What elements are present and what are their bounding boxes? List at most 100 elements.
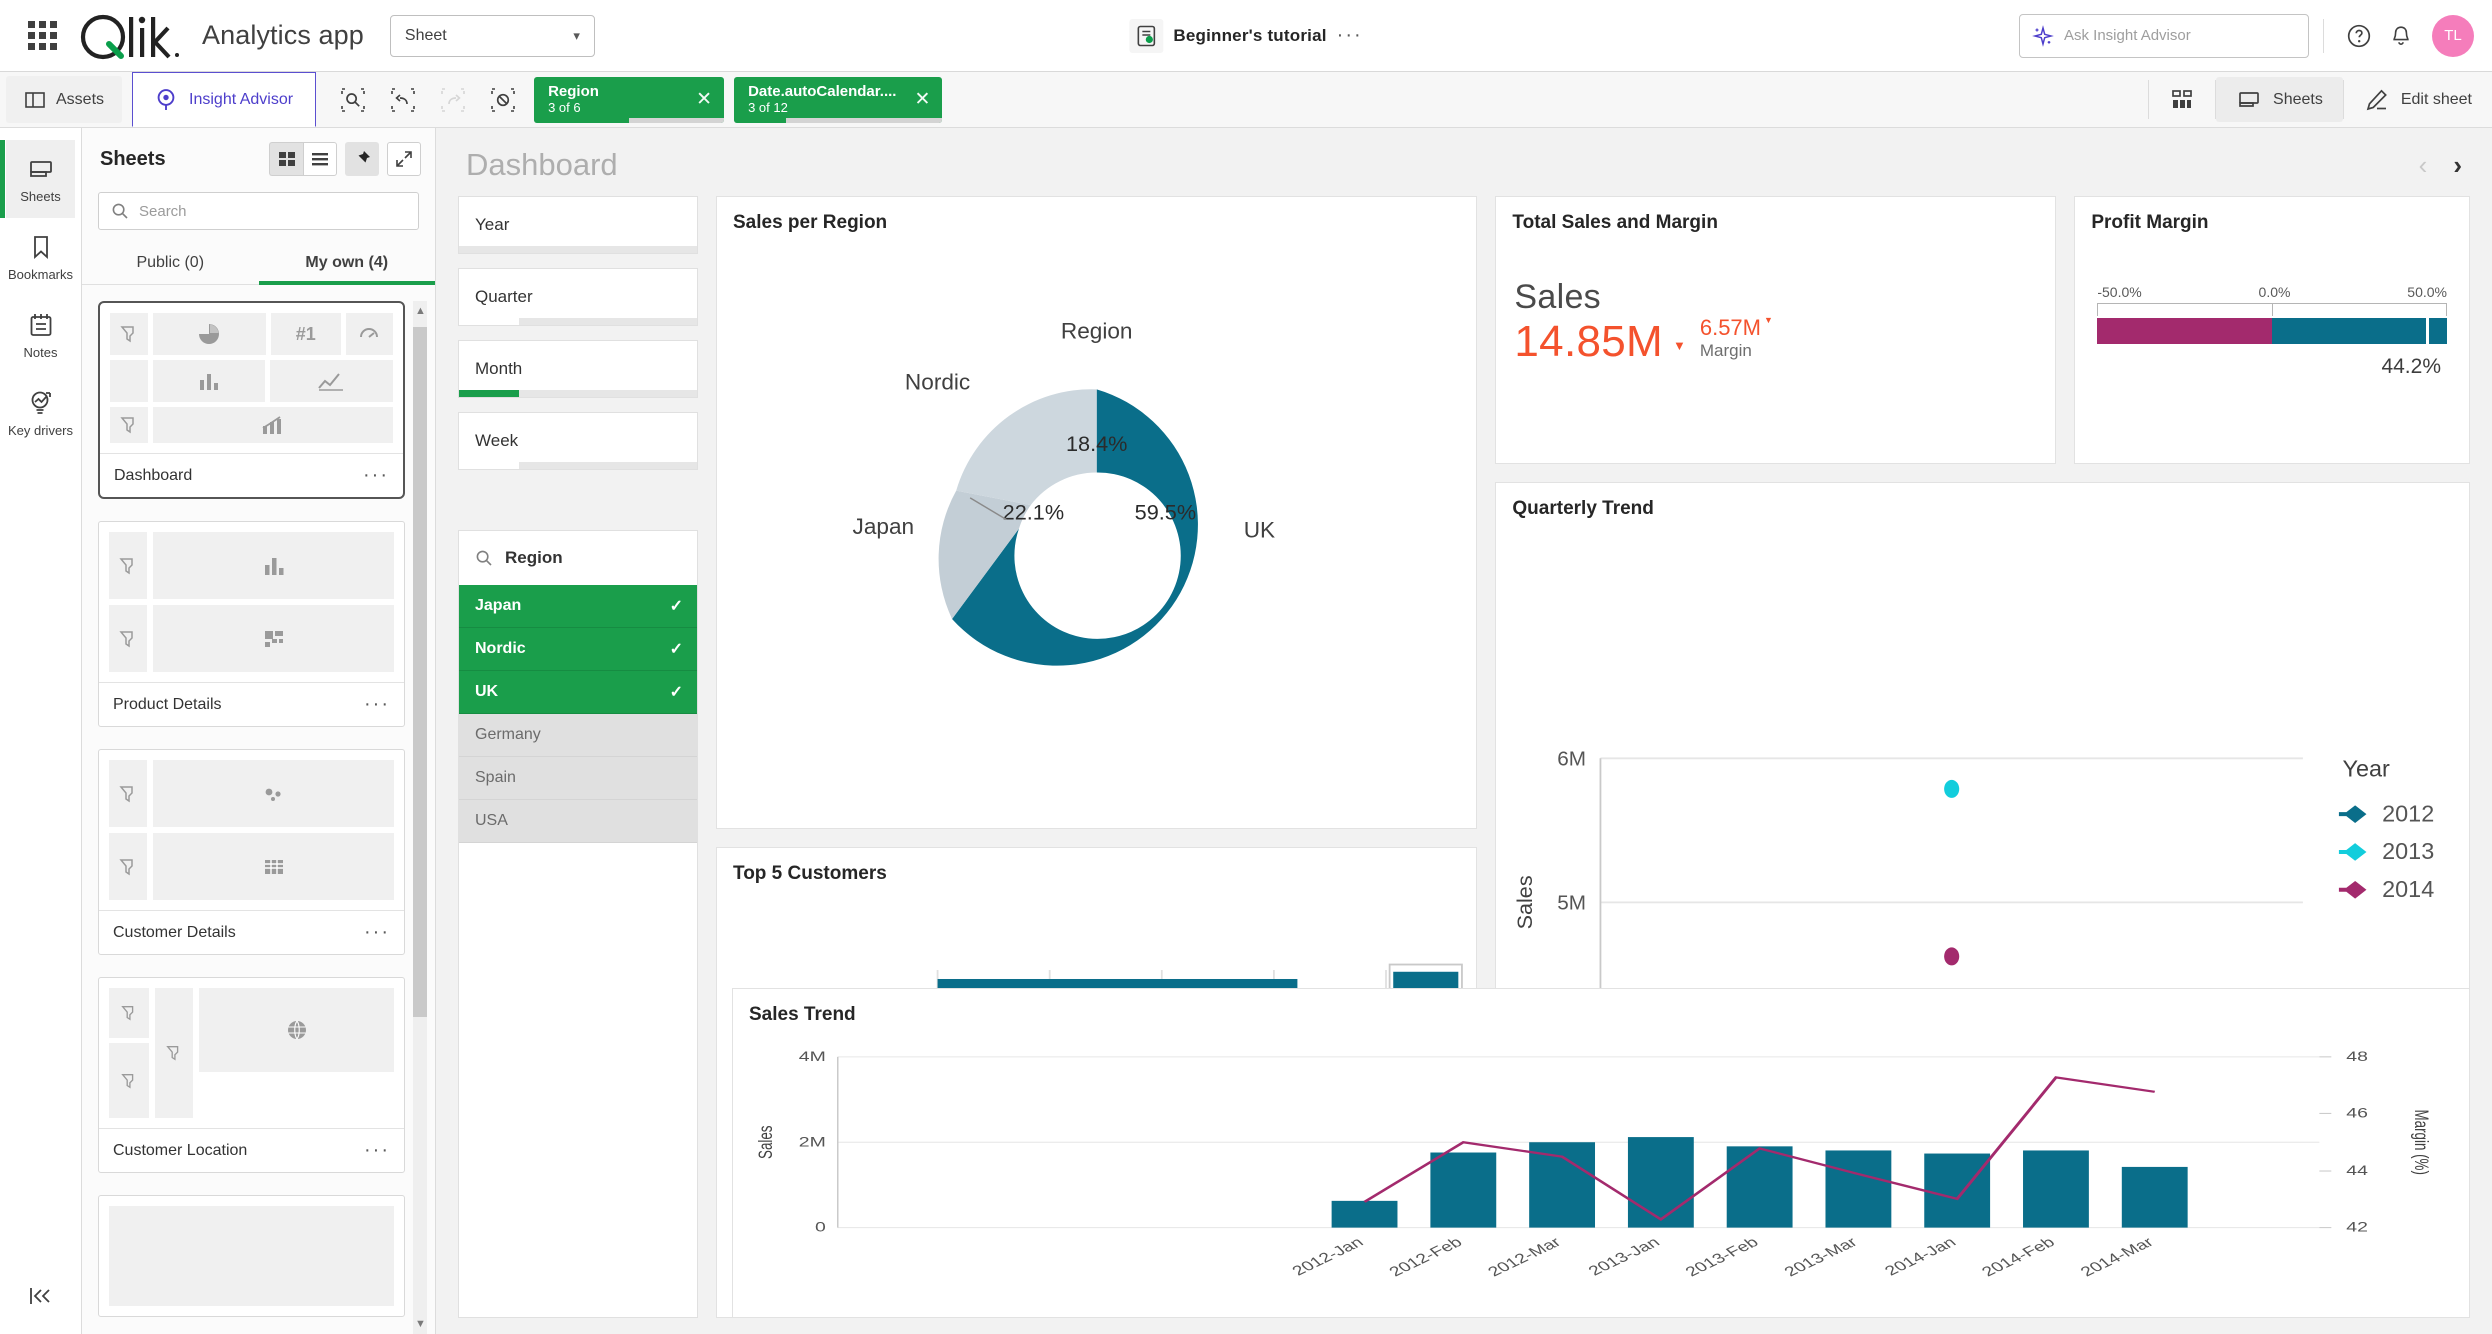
assets-label: Assets xyxy=(56,90,105,108)
check-icon: ✓ xyxy=(669,684,683,701)
tab-my-own[interactable]: My own (4) xyxy=(258,244,436,285)
edit-sheet-button[interactable]: Edit sheet xyxy=(2344,72,2492,127)
filter-quarter[interactable]: Quarter xyxy=(458,268,698,326)
app-body: Sheets Bookmarks Notes Key drivers Sheet… xyxy=(0,128,2492,1334)
kpi-total-sales-and-margin[interactable]: Total Sales and Margin Sales 14.85M ▼ 6.… xyxy=(1495,196,2057,464)
sheet-card-menu[interactable]: ··· xyxy=(364,921,390,944)
close-icon[interactable]: ✕ xyxy=(914,88,930,111)
sheet-thumbnail: #1 xyxy=(100,303,403,453)
sheet-card-menu[interactable]: ··· xyxy=(363,464,389,487)
chevron-left-icon[interactable]: ‹ xyxy=(2419,150,2428,181)
listbox-value-spain[interactable]: Spain xyxy=(459,757,697,800)
rail-item-key-drivers[interactable]: Key drivers xyxy=(6,374,75,452)
sheet-card-product-details[interactable]: Product Details ··· xyxy=(98,521,405,727)
sheet-icon xyxy=(2239,91,2259,107)
y2tick-44: 44 xyxy=(2346,1163,2368,1178)
legend-item-2014[interactable]: 2014 xyxy=(2339,876,2435,902)
sheet-card-customer-details[interactable]: Customer Details ··· xyxy=(98,749,405,955)
rail-label: Bookmarks xyxy=(7,267,74,282)
assets-button[interactable]: Assets xyxy=(6,76,123,123)
app-menu-dots[interactable]: ··· xyxy=(1337,24,1363,47)
tab-public[interactable]: Public (0) xyxy=(82,244,259,284)
sheet-card-partial[interactable] xyxy=(98,1195,405,1317)
sheets-search-input[interactable]: Search xyxy=(98,192,419,230)
gauge-profit-margin[interactable]: Profit Margin -50.0% 0.0% 50.0% 44.2% xyxy=(2074,196,2470,464)
bar-2012-feb[interactable] xyxy=(1430,1152,1497,1228)
bar-2013-feb[interactable] xyxy=(1726,1146,1793,1228)
rail-item-sheets[interactable]: Sheets xyxy=(0,140,75,218)
help-circle-icon[interactable] xyxy=(2338,15,2380,57)
sheet-card-menu[interactable]: ··· xyxy=(364,1139,390,1162)
rail-item-bookmarks[interactable]: Bookmarks xyxy=(6,218,75,296)
notification-bell-icon[interactable] xyxy=(2380,15,2422,57)
user-avatar[interactable]: TL xyxy=(2432,14,2474,57)
expand-icon[interactable] xyxy=(387,142,421,176)
sheets-panel: Sheets Search Public (0) My own (4) #1 D… xyxy=(82,128,436,1334)
sheets-scrollbar[interactable]: ▲ ▼ xyxy=(413,301,427,1334)
legend-item-2012[interactable]: 2012 xyxy=(2339,800,2435,826)
bar-2014-mar[interactable] xyxy=(2121,1166,2188,1228)
chevron-right-icon[interactable]: › xyxy=(2453,150,2462,181)
listbox-value-germany[interactable]: Germany xyxy=(459,714,697,757)
rail-item-notes[interactable]: Notes xyxy=(6,296,75,374)
chart-sales-trend[interactable]: Sales Trend 4M 2M 0 Sales 48 46 44 42 Ma… xyxy=(732,988,2470,1318)
selection-chip[interactable]: Region 3 of 6 ✕ xyxy=(534,76,725,123)
selection-chip[interactable]: Date.autoCalendar.... 3 of 12 ✕ xyxy=(734,76,943,123)
app-launcher-grid-icon[interactable] xyxy=(14,21,70,50)
close-icon[interactable]: ✕ xyxy=(696,88,712,111)
legend-item-2013[interactable]: 2013 xyxy=(2339,838,2435,864)
filter-meter xyxy=(459,318,697,325)
toolbar-right-actions: Sheets Edit sheet xyxy=(2148,72,2492,127)
sheet-mode-selector[interactable]: Sheet ▾ xyxy=(389,14,595,57)
listbox-value-nordic[interactable]: Nordic ✓ xyxy=(459,628,697,671)
sheet-card-customer-location[interactable]: Customer Location ··· xyxy=(98,977,405,1173)
listbox-value-japan[interactable]: Japan ✓ xyxy=(459,585,697,628)
thumb-pie-icon xyxy=(153,313,266,356)
filter-month[interactable]: Month xyxy=(458,340,698,398)
insight-advisor-search[interactable]: Ask Insight Advisor xyxy=(2019,13,2309,58)
bar-2014-jan[interactable] xyxy=(1924,1153,1991,1228)
clear-selections-icon[interactable] xyxy=(482,79,524,121)
bar-2012-jan[interactable] xyxy=(1331,1200,1398,1228)
bar-2013-jan[interactable] xyxy=(1627,1137,1694,1228)
donut-label-uk-pct: 59.5% xyxy=(1135,500,1197,525)
kpi-sales-label: Sales xyxy=(1514,278,1601,316)
step-back-icon[interactable] xyxy=(382,79,424,121)
collapse-panel-icon[interactable] xyxy=(0,1258,81,1334)
sheet-card-menu[interactable]: ··· xyxy=(364,693,390,716)
filter-meter xyxy=(459,246,697,253)
pin-icon[interactable] xyxy=(345,142,379,176)
bookmark-icon xyxy=(33,236,48,260)
thumb-bar-icon xyxy=(153,360,265,403)
filter-year[interactable]: Year xyxy=(458,196,698,254)
listbox-value-uk[interactable]: UK ✓ xyxy=(459,671,697,714)
filter-week[interactable]: Week xyxy=(458,412,698,470)
list-view-icon[interactable] xyxy=(303,142,337,176)
listbox-search[interactable]: Region xyxy=(459,531,697,585)
ytick-5m: 5M xyxy=(1558,892,1587,915)
sheet-thumbnail xyxy=(99,1196,404,1316)
insight-advisor-tab[interactable]: Insight Advisor xyxy=(132,72,317,127)
bar-2014-feb[interactable] xyxy=(2023,1150,2089,1228)
point-2014[interactable] xyxy=(1944,947,1960,966)
listbox-value-usa[interactable]: USA xyxy=(459,800,697,843)
rail-label: Key drivers xyxy=(7,423,74,438)
scroll-down-icon[interactable]: ▼ xyxy=(415,1318,426,1330)
y2-axis-label: Margin (%) xyxy=(2410,1110,2432,1175)
smart-search-icon[interactable] xyxy=(332,79,374,121)
grid-view-icon[interactable] xyxy=(269,142,303,176)
point-2013[interactable] xyxy=(1944,779,1960,798)
sheets-list: #1 Dashboard ··· Product Details ··· Cus… xyxy=(82,285,435,1334)
qlik-logo[interactable] xyxy=(76,12,188,60)
sheet-card-dashboard[interactable]: #1 Dashboard ··· xyxy=(98,301,405,499)
trend-down-small-icon: ▼ xyxy=(1764,315,1773,325)
chart-layout-button[interactable] xyxy=(2149,72,2215,127)
sheets-button[interactable]: Sheets xyxy=(2216,77,2343,122)
scroll-up-icon[interactable]: ▲ xyxy=(415,305,426,317)
bar-2013-mar[interactable] xyxy=(1825,1150,1892,1228)
bar-2012-mar[interactable] xyxy=(1529,1142,1596,1228)
scrollbar-thumb[interactable] xyxy=(413,327,427,1017)
chart-title: Sales Trend xyxy=(749,1004,856,1025)
chart-sales-per-region[interactable]: Sales per Region Region 18.4% 22.1% 59.5… xyxy=(716,196,1478,830)
filter-meter xyxy=(459,390,697,397)
